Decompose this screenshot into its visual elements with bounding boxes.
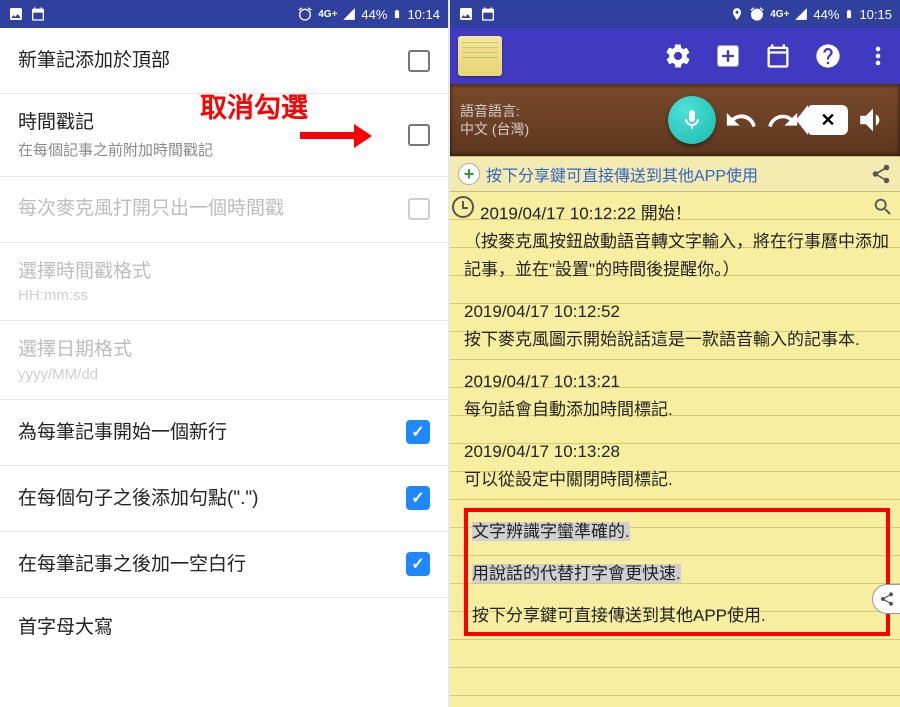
setting-title: 選擇日期格式 [18, 337, 430, 363]
add-note-icon [714, 42, 742, 70]
setting-timestamp-format: 選擇時間戳格式 HH:mm:ss [0, 243, 448, 322]
setting-single-timestamp: 每次麥克風打開只出一個時間戳 [0, 177, 448, 243]
network-label: 4G+ [318, 9, 337, 20]
note-entry: 2019/04/17 10:13:21 每句話會自動添加時間標記. [464, 368, 890, 424]
backspace-button[interactable]: ✕ [808, 105, 848, 135]
note-timestamp: 2019/04/17 10:13:28 [464, 438, 890, 466]
signal-icon [794, 7, 808, 21]
note-entry: 2019/04/17 10:13:28 可以從設定中關閉時間標記. [464, 438, 890, 494]
app-icon [458, 36, 502, 76]
setting-title: 每次麥克風打開只出一個時間戳 [18, 196, 396, 222]
note-entry: 2019/04/17 10:12:52 按下麥克風圖示開始說話這是一款語音輸入的… [464, 298, 890, 354]
note-body: 每句話會自動添加時間標記. [464, 396, 890, 424]
calendar-icon [480, 6, 496, 22]
highlighted-region: 文字辨識字蠻準確的. 用說話的代替打字會更快速. 按下分享鍵可直接傳送到其他AP… [464, 508, 890, 636]
plus-icon[interactable]: + [458, 163, 480, 185]
lang-label: 語音語言: [460, 102, 529, 120]
calendar-button[interactable] [764, 42, 792, 70]
checkbox-unchecked[interactable] [408, 50, 430, 72]
battery-icon [392, 6, 402, 22]
share-icon [879, 591, 895, 607]
calendar-icon [30, 6, 46, 22]
setting-title: 選擇時間戳格式 [18, 259, 430, 285]
note-body: 按下麥克風圖示開始說話這是一款語音輸入的記事本. [464, 326, 890, 354]
image-icon [8, 6, 24, 22]
annotation-cancel-check: 取消勾選 [200, 86, 308, 125]
right-phone-notepad: 4G+ 44% 10:15 語音語言: 中文 (台灣) ✕ + 按下分享鍵可直接… [450, 0, 900, 707]
setting-title: 新筆記添加於頂部 [18, 48, 396, 74]
checkbox-disabled [408, 198, 430, 220]
help-button[interactable] [814, 42, 842, 70]
image-icon [458, 6, 474, 22]
setting-newline-per-note[interactable]: 為每筆記事開始一個新行 [0, 400, 448, 466]
setting-title: 在每個句子之後添加句點(".") [18, 486, 394, 512]
volume-button[interactable] [856, 103, 890, 137]
search-icon[interactable] [872, 196, 894, 218]
note-timestamp: 2019/04/17 10:12:52 [464, 298, 890, 326]
undo-icon [724, 103, 758, 137]
alarm-icon [749, 6, 765, 22]
setting-capitalize[interactable]: 首字母大寫 [0, 598, 448, 639]
checkbox-unchecked[interactable] [408, 124, 430, 146]
highlighted-text: 用說話的代替打字會更快速. [472, 564, 681, 583]
side-share-button[interactable] [872, 584, 900, 614]
highlighted-text: 按下分享鍵可直接傳送到其他APP使用. [472, 606, 766, 625]
setting-period-per-sentence[interactable]: 在每個句子之後添加句點(".") [0, 466, 448, 532]
battery-percent: 44% [813, 7, 839, 22]
clock-icon[interactable] [452, 196, 474, 218]
share-icon[interactable] [870, 163, 892, 185]
voice-language[interactable]: 語音語言: 中文 (台灣) [460, 102, 529, 138]
settings-button[interactable] [664, 42, 692, 70]
location-icon [730, 7, 744, 21]
note-body: 可以從設定中關閉時間標記. [464, 466, 890, 494]
setting-blank-line-after[interactable]: 在每筆記事之後加一空白行 [0, 532, 448, 598]
clock-time: 10:14 [407, 7, 440, 22]
status-bar: 4G+ 44% 10:15 [450, 0, 900, 28]
battery-icon [844, 6, 854, 22]
setting-title: 為每筆記事開始一個新行 [18, 420, 394, 446]
checkbox-checked[interactable] [406, 552, 430, 576]
signal-icon [342, 7, 356, 21]
microphone-icon [680, 108, 704, 132]
share-banner: + 按下分享鍵可直接傳送到其他APP使用 [450, 156, 900, 192]
gear-icon [664, 42, 692, 70]
setting-subtitle: HH:mm:ss [18, 287, 430, 304]
left-phone-settings: 4G+ 44% 10:14 取消勾選 新筆記添加於頂部 時間戳記 在每個記事之前… [0, 0, 450, 707]
new-note-button[interactable] [714, 42, 742, 70]
checkbox-checked[interactable] [406, 420, 430, 444]
setting-new-note-top[interactable]: 新筆記添加於頂部 [0, 28, 448, 94]
overflow-icon [864, 42, 892, 70]
setting-date-format: 選擇日期格式 yyyy/MM/dd [0, 321, 448, 400]
alarm-icon [297, 6, 313, 22]
note-body: （按麥克風按鈕啟動語音轉文字輸入，將在行事曆中添加記事，並在"設置"的時間後提醒… [464, 228, 890, 284]
clock-time: 10:15 [859, 7, 892, 22]
annotation-arrow [300, 124, 372, 148]
help-icon [814, 42, 842, 70]
voice-toolbar: 語音語言: 中文 (台灣) ✕ [450, 84, 900, 156]
setting-title: 在每筆記事之後加一空白行 [18, 552, 394, 578]
redo-icon [766, 103, 800, 137]
note-entry: 2019/04/17 10:12:22 開始！ （按麥克風按鈕啟動語音轉文字輸入… [464, 200, 890, 284]
microphone-button[interactable] [668, 96, 716, 144]
lang-value: 中文 (台灣) [460, 120, 529, 138]
undo-button[interactable] [724, 103, 758, 137]
backspace-icon: ✕ [808, 105, 848, 135]
overflow-button[interactable] [864, 42, 892, 70]
redo-button[interactable] [766, 103, 800, 137]
share-banner-text: 按下分享鍵可直接傳送到其他APP使用 [486, 162, 864, 186]
note-timestamp: 2019/04/17 10:13:21 [464, 368, 890, 396]
app-action-bar [450, 28, 900, 84]
volume-icon [856, 103, 890, 137]
note-timestamp: 2019/04/17 10:12:22 開始！ [464, 200, 890, 228]
checkbox-checked[interactable] [406, 486, 430, 510]
battery-percent: 44% [361, 7, 387, 22]
highlighted-text: 文字辨識字蠻準確的. [472, 522, 630, 541]
notepad-area[interactable]: 2019/04/17 10:12:22 開始！ （按麥克風按鈕啟動語音轉文字輸入… [450, 192, 900, 707]
status-bar: 4G+ 44% 10:14 [0, 0, 448, 28]
calendar-day-icon [764, 42, 792, 70]
network-label: 4G+ [770, 9, 789, 20]
setting-subtitle: yyyy/MM/dd [18, 366, 430, 383]
